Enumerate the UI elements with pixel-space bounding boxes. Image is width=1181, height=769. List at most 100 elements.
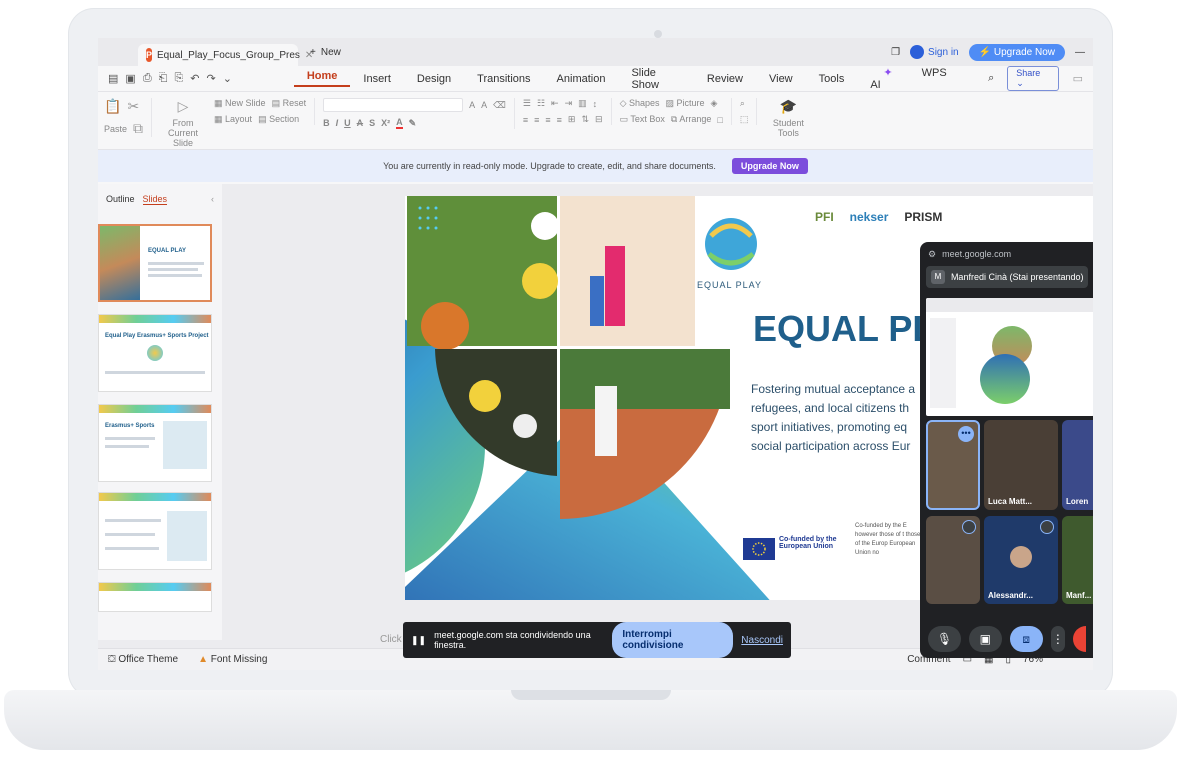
redo-icon[interactable]: ↷ bbox=[206, 72, 215, 85]
cut-icon[interactable]: ✂ bbox=[127, 98, 139, 115]
more-vert-icon[interactable]: ⋮ bbox=[1050, 626, 1066, 652]
student-tools-button[interactable]: 🎓 Student Tools bbox=[765, 98, 811, 138]
underline-icon[interactable]: U bbox=[344, 118, 351, 128]
slide-thumbnail-3[interactable]: Erasmus+ Sports bbox=[98, 404, 212, 482]
shrink-font-icon[interactable]: A bbox=[481, 100, 487, 110]
section-button[interactable]: ▤ Section bbox=[258, 114, 299, 125]
camera-icon[interactable]: ▣ bbox=[968, 626, 1002, 652]
bullets-icon[interactable]: ☰ bbox=[523, 98, 531, 109]
superscript-icon[interactable]: X² bbox=[381, 118, 390, 128]
folder-icon[interactable]: ▤ bbox=[108, 72, 118, 85]
theme-status[interactable]: ⛋ Office Theme bbox=[108, 654, 178, 665]
text-box-button[interactable]: ▭ Text Box bbox=[620, 114, 665, 125]
hide-button[interactable]: Nascondi bbox=[741, 635, 783, 646]
distribute-icon[interactable]: ⊞ bbox=[568, 114, 576, 125]
presentation-file-icon: P bbox=[146, 48, 153, 62]
highlight-icon[interactable]: ✎ bbox=[409, 118, 417, 129]
slide-thumbnail-4[interactable] bbox=[98, 492, 212, 570]
muted-mic-icon bbox=[1040, 520, 1054, 534]
bold-icon[interactable]: B bbox=[323, 118, 330, 128]
picture-button[interactable]: ▨ Picture bbox=[666, 98, 705, 109]
numbering-icon[interactable]: ☷ bbox=[537, 98, 545, 109]
slide-title[interactable]: EQUAL PL bbox=[753, 308, 934, 350]
end-call-icon[interactable] bbox=[1073, 626, 1087, 652]
document-tab[interactable]: P Equal_Play_Focus_Group_Pres ✕ bbox=[138, 44, 313, 66]
more-options-icon[interactable]: ••• bbox=[958, 426, 974, 442]
save-icon[interactable]: ▣ bbox=[125, 72, 135, 85]
italic-icon[interactable]: I bbox=[336, 118, 339, 128]
font-missing-status[interactable]: ▲ Font Missing bbox=[198, 654, 267, 665]
align-left-icon[interactable]: ≡ bbox=[523, 115, 528, 125]
comment-icon[interactable]: ▭ bbox=[1073, 72, 1083, 85]
slide-body[interactable]: Fostering mutual acceptance a refugees, … bbox=[751, 380, 927, 456]
restore-window-icon[interactable]: ❐ bbox=[891, 47, 900, 58]
tab-tools[interactable]: Tools bbox=[806, 73, 858, 85]
outline-icon[interactable]: □ bbox=[717, 115, 722, 125]
participant-tile-luca[interactable]: Luca Matt... bbox=[984, 420, 1058, 510]
export-icon[interactable]: ⎙ bbox=[143, 72, 152, 85]
participant-tile-alessandr[interactable]: Alessandr... bbox=[984, 516, 1058, 604]
tab-home[interactable]: Home bbox=[293, 70, 351, 87]
clear-format-icon[interactable]: ⌫ bbox=[493, 100, 506, 111]
align-center-icon[interactable]: ≡ bbox=[534, 115, 539, 125]
banner-upgrade-button[interactable]: Upgrade Now bbox=[731, 158, 808, 174]
new-tab-button[interactable]: + New bbox=[310, 47, 341, 58]
reset-button[interactable]: ▤ Reset bbox=[272, 98, 307, 109]
tab-wps-ai[interactable]: ✦ WPS AI bbox=[857, 66, 975, 91]
more-dropdown-icon[interactable]: ⌄ bbox=[223, 72, 232, 85]
tab-transitions[interactable]: Transitions bbox=[464, 73, 543, 85]
print-preview-icon[interactable]: ⎘ bbox=[174, 72, 183, 85]
stop-sharing-button[interactable]: Interrompi condivisione bbox=[612, 622, 734, 658]
paste-label[interactable]: Paste bbox=[104, 124, 127, 134]
grow-font-icon[interactable]: A bbox=[469, 100, 475, 110]
tab-animation[interactable]: Animation bbox=[544, 73, 619, 85]
paste-icon[interactable]: 📋 bbox=[104, 98, 121, 115]
tab-view[interactable]: View bbox=[756, 73, 806, 85]
increase-indent-icon[interactable]: ⇥ bbox=[565, 98, 573, 109]
decrease-indent-icon[interactable]: ⇤ bbox=[551, 98, 559, 109]
copy-icon[interactable]: ⧉ bbox=[133, 120, 143, 137]
strikethrough-icon[interactable]: A bbox=[357, 118, 364, 128]
new-slide-button[interactable]: ▦ New Slide bbox=[214, 98, 266, 109]
microphone-icon[interactable]: 🎙 bbox=[928, 626, 961, 652]
slide-thumbnail-1[interactable]: EQUAL PLAY bbox=[98, 224, 212, 302]
participant-tile-manf[interactable]: Manf... bbox=[1062, 516, 1093, 604]
shadow-icon[interactable]: S bbox=[369, 118, 375, 128]
site-settings-icon[interactable]: ⚙ bbox=[928, 249, 936, 260]
align-right-icon[interactable]: ≡ bbox=[545, 115, 550, 125]
undo-icon[interactable]: ↶ bbox=[190, 72, 199, 85]
tab-slide-show[interactable]: Slide Show bbox=[618, 67, 693, 91]
slide-thumbnail-5[interactable] bbox=[98, 582, 212, 612]
line-spacing-icon[interactable]: ↕ bbox=[593, 99, 598, 109]
find-icon[interactable]: ⌕ bbox=[740, 98, 745, 109]
select-icon[interactable]: ⬚ bbox=[740, 114, 749, 125]
upgrade-now-button[interactable]: ⚡ Upgrade Now bbox=[968, 43, 1065, 61]
participant-tile-self[interactable]: ••• bbox=[926, 420, 980, 510]
participant-tile-muted[interactable] bbox=[926, 516, 980, 604]
tab-review[interactable]: Review bbox=[694, 73, 756, 85]
arrange-button[interactable]: ⧉ Arrange bbox=[671, 114, 711, 125]
columns-icon[interactable]: ▥ bbox=[578, 98, 587, 109]
layout-button[interactable]: ▦ Layout bbox=[214, 114, 252, 125]
present-screen-icon[interactable]: ⧈ bbox=[1009, 626, 1043, 652]
tab-insert[interactable]: Insert bbox=[350, 73, 404, 85]
sign-in-button[interactable]: Sign in bbox=[910, 45, 959, 59]
font-name-select[interactable] bbox=[323, 98, 464, 112]
font-color-icon[interactable]: A bbox=[396, 117, 403, 129]
share-button[interactable]: Share ⌄ bbox=[1007, 66, 1059, 91]
tab-slides[interactable]: Slides bbox=[142, 194, 168, 205]
participant-tile-loren[interactable]: Loren bbox=[1062, 420, 1093, 510]
shapes-button[interactable]: ◇ Shapes bbox=[620, 98, 660, 109]
tab-outline[interactable]: Outline bbox=[106, 194, 135, 205]
minimize-icon[interactable]: — bbox=[1075, 47, 1085, 58]
slide-thumbnail-2[interactable]: Equal Play Erasmus+ Sports Project bbox=[98, 314, 212, 392]
from-current-slide-button[interactable]: ▷ From Current Slide bbox=[160, 98, 206, 148]
print-icon[interactable]: ⎗ bbox=[159, 72, 168, 85]
search-icon[interactable]: ⌕ bbox=[975, 72, 1007, 85]
collapse-panel-icon[interactable]: ‹ bbox=[211, 194, 214, 205]
tab-design[interactable]: Design bbox=[404, 73, 464, 85]
align-text-icon[interactable]: ⊟ bbox=[595, 114, 603, 125]
justify-icon[interactable]: ≡ bbox=[557, 115, 562, 125]
text-direction-icon[interactable]: ⇅ bbox=[581, 114, 589, 125]
shape-fill-icon[interactable]: ◈ bbox=[711, 98, 718, 109]
